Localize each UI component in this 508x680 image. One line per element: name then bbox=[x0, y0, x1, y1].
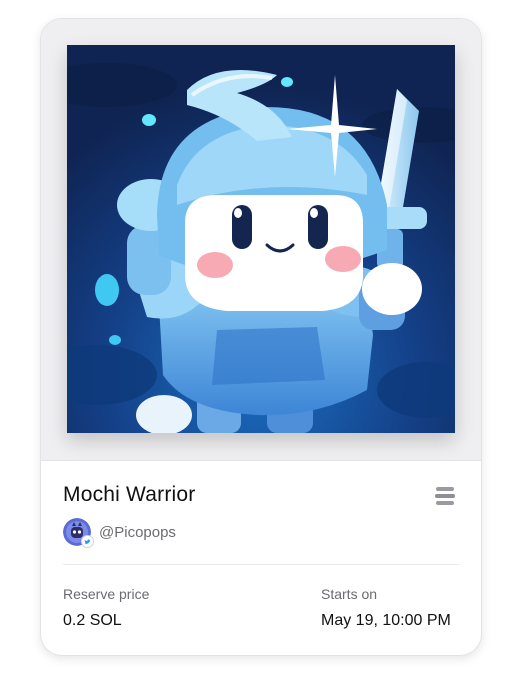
artwork-image[interactable] bbox=[67, 45, 455, 433]
artwork-container bbox=[41, 19, 481, 461]
verified-twitter-badge-icon bbox=[81, 535, 94, 548]
nft-card[interactable]: Mochi Warrior @Picopops Reserve price 0.… bbox=[40, 18, 482, 656]
stack-icon[interactable] bbox=[433, 485, 457, 507]
divider bbox=[63, 564, 459, 565]
creator-handle[interactable]: @Picopops bbox=[99, 524, 176, 541]
start-date-value: May 19, 10:00 PM bbox=[321, 612, 451, 629]
reserve-price-label: Reserve price bbox=[63, 586, 150, 602]
reserve-price-value: 0.2 SOL bbox=[63, 612, 122, 629]
nft-title: Mochi Warrior bbox=[63, 483, 196, 506]
creator-avatar[interactable] bbox=[63, 518, 94, 548]
start-date-label: Starts on bbox=[321, 586, 378, 602]
creator-row[interactable]: @Picopops bbox=[63, 517, 176, 548]
